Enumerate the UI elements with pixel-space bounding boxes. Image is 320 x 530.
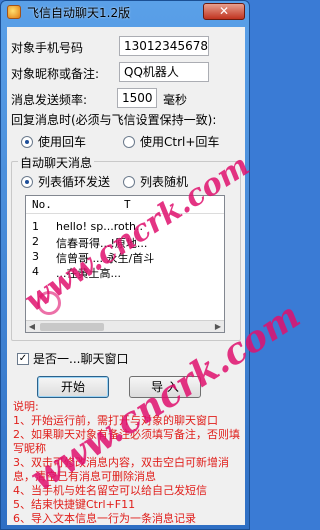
- instructions-heading: 说明:: [13, 400, 39, 413]
- list-item-text: hello! sp...roth..: [56, 220, 143, 233]
- list-item[interactable]: 2 信春哥得...!原地...: [26, 235, 224, 250]
- list-item-text: 信曾哥 ... 永生/首斗: [56, 252, 155, 265]
- topmost-checkbox[interactable]: ✓ 是否一...聊天窗口: [17, 350, 128, 367]
- instruction-item: 5、结束快捷键Ctrl+F11: [13, 498, 136, 511]
- radio-enter-indicator: [21, 135, 33, 148]
- radio-ctrl-enter-label: 使用Ctrl+回车: [140, 135, 220, 149]
- app-window: 飞信自动聊天1.2版 ✕ 对象手机号码 13012345678 对象昵称或备注:…: [0, 0, 308, 530]
- import-button[interactable]: 导 入: [129, 376, 201, 398]
- start-button[interactable]: 开始: [37, 376, 109, 398]
- interval-label: 消息发送频率:: [11, 93, 88, 107]
- scroll-right-arrow-icon[interactable]: ▶: [213, 322, 223, 332]
- list-item-no: 3: [32, 250, 39, 263]
- nickname-input[interactable]: QQ机器人: [119, 62, 209, 82]
- list-item-no: 4: [32, 265, 39, 278]
- instructions: 说明: 1、开始运行前，需打开与对象的聊天窗口 2、如果聊天对象有备注必须填写备…: [13, 400, 243, 526]
- scrollbar-thumb[interactable]: [40, 323, 104, 331]
- title-bar[interactable]: 飞信自动聊天1.2版 ✕: [1, 1, 249, 23]
- list-item-no: 1: [32, 220, 39, 233]
- interval-input[interactable]: 1500: [117, 88, 157, 108]
- instruction-item: 4、当手机与姓名留空可以给自己发短信: [13, 484, 207, 497]
- radio-random-send[interactable]: 列表随机: [123, 173, 188, 190]
- radio-ctrl-enter[interactable]: 使用Ctrl+回车: [123, 133, 219, 150]
- list-item-no: 2: [32, 235, 39, 248]
- close-button[interactable]: ✕: [203, 3, 245, 20]
- list-item-text: ...在黄土高...: [56, 267, 121, 280]
- radio-enter[interactable]: 使用回车: [21, 133, 86, 150]
- nickname-label: 对象昵称或备注:: [11, 67, 100, 81]
- list-item[interactable]: 3 信曾哥 ... 永生/首斗: [26, 250, 224, 265]
- radio-loop-send-indicator: [21, 175, 33, 188]
- horizontal-scrollbar[interactable]: ◀ ▶: [26, 320, 224, 332]
- radio-loop-send[interactable]: 列表循环发送: [21, 173, 110, 190]
- scroll-left-arrow-icon[interactable]: ◀: [27, 322, 37, 332]
- list-item[interactable]: 1 hello! sp...roth..: [26, 220, 224, 235]
- col-text-header[interactable]: T: [124, 198, 131, 211]
- checkbox-check-icon: ✓: [17, 352, 29, 365]
- message-list[interactable]: No. T 1 hello! sp...roth.. 2 信春哥得...!原地.…: [25, 195, 225, 333]
- radio-enter-label: 使用回车: [38, 135, 87, 149]
- instruction-item: 1、开始运行前，需打开与对象的聊天窗口: [13, 414, 218, 427]
- instruction-item: 6、导入文本信息一行为一条消息记录: [13, 512, 196, 525]
- fetion-app-icon: [7, 5, 21, 19]
- radio-random-send-indicator: [123, 175, 135, 188]
- radio-ctrl-enter-indicator: [123, 135, 135, 148]
- topmost-checkbox-label: 是否一...聊天窗口: [33, 352, 129, 366]
- phone-label: 对象手机号码: [11, 41, 84, 55]
- list-item-text: 信春哥得...!原地...: [56, 237, 148, 250]
- instruction-item: 2、如果聊天对象有备注必须填写备注，否则填写昵称: [13, 428, 240, 455]
- phone-input[interactable]: 13012345678: [119, 36, 209, 56]
- interval-unit: 毫秒: [163, 93, 188, 107]
- message-list-header: No. T: [26, 196, 224, 214]
- auto-chat-group-title: 自动聊天消息: [18, 154, 95, 171]
- col-no-header[interactable]: No.: [32, 198, 52, 211]
- list-item[interactable]: 4 ...在黄土高...: [26, 265, 224, 280]
- client-area: 对象手机号码 13012345678 对象昵称或备注: QQ机器人 消息发送频率…: [7, 27, 245, 525]
- window-title: 飞信自动聊天1.2版: [27, 5, 131, 20]
- radio-loop-send-label: 列表循环发送: [38, 175, 111, 189]
- radio-random-send-label: 列表随机: [140, 175, 189, 189]
- enter-mode-label: 回复消息时(必须与飞信设置保持一致):: [11, 113, 217, 127]
- instruction-item: 3、双击可修改消息内容，双击空白可新增消息，清空已有消息可删除消息: [13, 456, 229, 483]
